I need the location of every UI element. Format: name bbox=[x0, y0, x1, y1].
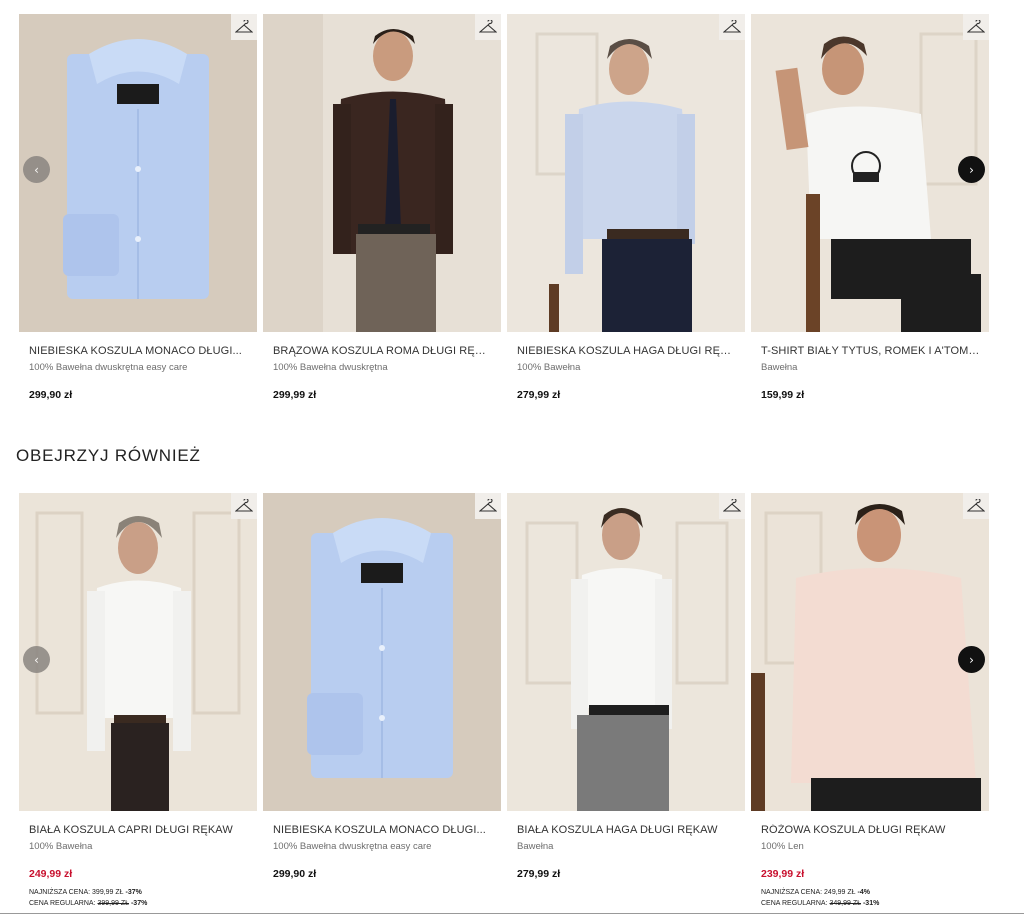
product-photo bbox=[507, 493, 745, 811]
divider bbox=[0, 913, 1024, 914]
product-card[interactable]: NIEBIESKA KOSZULA MONACO DŁUGI... 100% B… bbox=[19, 14, 257, 401]
chevron-right-icon: › bbox=[969, 162, 974, 177]
product-card[interactable]: BIAŁA KOSZULA HAGA DŁUGI RĘKAW Bawełna 2… bbox=[507, 493, 745, 909]
chevron-left-icon: ‹ bbox=[34, 652, 39, 667]
product-image[interactable] bbox=[507, 14, 745, 332]
product-sale-price: 239,99 zł bbox=[761, 868, 805, 880]
regular-price-line: CENA REGULARNA: 349,99 ZŁ -31% bbox=[761, 899, 989, 910]
hanger-icon[interactable] bbox=[963, 493, 989, 519]
product-material: Bawełna bbox=[517, 841, 554, 852]
product-title[interactable]: BIAŁA KOSZULA CAPRI DŁUGI RĘKAW bbox=[19, 824, 249, 836]
product-card[interactable]: T-SHIRT BIAŁY TYTUS, ROMEK I A'TOMEK Baw… bbox=[751, 14, 989, 401]
section-heading: OBEJRZYJ RÓWNIEŻ bbox=[16, 446, 201, 465]
product-card[interactable]: BIAŁA KOSZULA CAPRI DŁUGI RĘKAW 100% Baw… bbox=[19, 493, 257, 909]
lowest-price-line: NAJNIŻSZA CENA: 249,99 ZŁ -4% bbox=[761, 888, 989, 899]
product-photo bbox=[19, 14, 257, 332]
lowest-price-discount: -4% bbox=[857, 889, 870, 896]
regular-price-discount: -37% bbox=[130, 899, 148, 907]
carousel-prev-button[interactable]: ‹ bbox=[23, 646, 50, 673]
product-image[interactable] bbox=[19, 14, 257, 332]
lowest-price-value: 249,99 ZŁ bbox=[824, 889, 856, 896]
product-carousel-bottom: BIAŁA KOSZULA CAPRI DŁUGI RĘKAW 100% Baw… bbox=[19, 493, 990, 909]
product-image[interactable] bbox=[751, 493, 989, 811]
product-material: 100% Bawełna dwuskrętna bbox=[273, 362, 388, 373]
product-price: 159,99 zł bbox=[761, 389, 805, 401]
product-photo bbox=[507, 14, 745, 332]
product-title[interactable]: BIAŁA KOSZULA HAGA DŁUGI RĘKAW bbox=[507, 824, 737, 836]
product-image[interactable] bbox=[19, 493, 257, 811]
product-card[interactable]: BRĄZOWA KOSZULA ROMA DŁUGI RĘKAW 100% Ba… bbox=[263, 14, 501, 401]
lowest-price-discount: -37% bbox=[125, 889, 142, 896]
product-carousel-top: NIEBIESKA KOSZULA MONACO DŁUGI... 100% B… bbox=[19, 14, 990, 401]
product-photo bbox=[751, 14, 989, 332]
lowest-price-value: 399,99 ZŁ bbox=[92, 889, 124, 896]
lowest-price-line: NAJNIŻSZA CENA: 399,99 ZŁ -37% bbox=[29, 888, 257, 899]
hanger-icon[interactable] bbox=[231, 14, 257, 40]
carousel-next-button[interactable]: › bbox=[958, 646, 985, 673]
hanger-icon[interactable] bbox=[719, 14, 745, 40]
product-price: 279,99 zł bbox=[517, 868, 561, 880]
chevron-left-icon: ‹ bbox=[34, 162, 39, 177]
product-sale-price: 249,99 zł bbox=[29, 868, 73, 880]
product-material: 100% Len bbox=[761, 841, 804, 852]
product-photo bbox=[263, 14, 501, 332]
product-title[interactable]: BRĄZOWA KOSZULA ROMA DŁUGI RĘKAW bbox=[263, 345, 493, 357]
product-title[interactable]: NIEBIESKA KOSZULA MONACO DŁUGI... bbox=[263, 824, 493, 836]
product-image[interactable] bbox=[751, 14, 989, 332]
product-card[interactable]: NIEBIESKA KOSZULA MONACO DŁUGI... 100% B… bbox=[263, 493, 501, 909]
product-material: Bawełna bbox=[761, 362, 798, 373]
hanger-icon[interactable] bbox=[231, 493, 257, 519]
product-card[interactable]: NIEBIESKA KOSZULA HAGA DŁUGI RĘKAW 100% … bbox=[507, 14, 745, 401]
product-price: 299,99 zł bbox=[273, 389, 317, 401]
product-material: 100% Bawełna dwuskrętna easy care bbox=[273, 841, 432, 852]
carousel-prev-button[interactable]: ‹ bbox=[23, 156, 50, 183]
product-material: 100% Bawełna dwuskrętna easy care bbox=[29, 362, 188, 373]
product-title[interactable]: RÓŻOWA KOSZULA DŁUGI RĘKAW bbox=[751, 824, 981, 836]
regular-price-value: 349,99 ZŁ bbox=[829, 899, 862, 907]
product-price: 279,99 zł bbox=[517, 389, 561, 401]
product-photo bbox=[263, 493, 501, 811]
hanger-icon[interactable] bbox=[963, 14, 989, 40]
product-image[interactable] bbox=[507, 493, 745, 811]
regular-price-label: CENA REGULARNA: bbox=[29, 899, 96, 907]
product-photo bbox=[19, 493, 257, 811]
price-history: NAJNIŻSZA CENA: 399,99 ZŁ -37% CENA REGU… bbox=[19, 888, 257, 909]
product-title[interactable]: T-SHIRT BIAŁY TYTUS, ROMEK I A'TOMEK bbox=[751, 345, 981, 357]
product-material: 100% Bawełna bbox=[29, 841, 93, 852]
hanger-icon[interactable] bbox=[475, 493, 501, 519]
product-photo bbox=[751, 493, 989, 811]
product-material: 100% Bawełna bbox=[517, 362, 581, 373]
regular-price-label: CENA REGULARNA: bbox=[761, 899, 828, 907]
chevron-right-icon: › bbox=[969, 652, 974, 667]
regular-price-value: 399,99 ZŁ bbox=[97, 899, 130, 907]
product-price: 299,90 zł bbox=[273, 868, 317, 880]
product-title[interactable]: NIEBIESKA KOSZULA HAGA DŁUGI RĘKAW bbox=[507, 345, 737, 357]
lowest-price-label: NAJNIŻSZA CENA: bbox=[29, 889, 91, 896]
product-title[interactable]: NIEBIESKA KOSZULA MONACO DŁUGI... bbox=[19, 345, 249, 357]
product-price: 299,90 zł bbox=[29, 389, 73, 401]
product-image[interactable] bbox=[263, 493, 501, 811]
price-history: NAJNIŻSZA CENA: 249,99 ZŁ -4% CENA REGUL… bbox=[751, 888, 989, 909]
regular-price-discount: -31% bbox=[862, 899, 880, 907]
lowest-price-label: NAJNIŻSZA CENA: bbox=[761, 889, 823, 896]
regular-price-line: CENA REGULARNA: 399,99 ZŁ -37% bbox=[29, 899, 257, 910]
hanger-icon[interactable] bbox=[475, 14, 501, 40]
hanger-icon[interactable] bbox=[719, 493, 745, 519]
carousel-next-button[interactable]: › bbox=[958, 156, 985, 183]
product-image[interactable] bbox=[263, 14, 501, 332]
product-card[interactable]: RÓŻOWA KOSZULA DŁUGI RĘKAW 100% Len 239,… bbox=[751, 493, 989, 909]
